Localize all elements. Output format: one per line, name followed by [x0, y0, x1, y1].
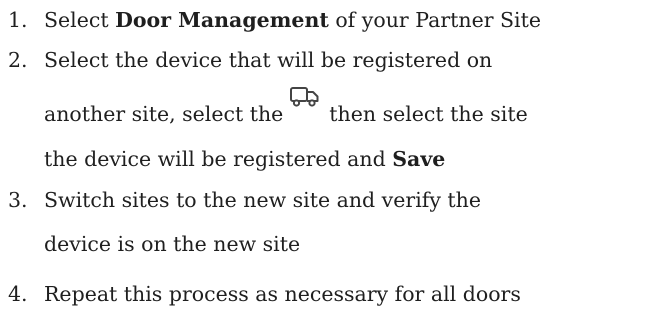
- step-text: Switch sites to the new site and verify …: [44, 188, 482, 212]
- truck-icon-graphic: [290, 87, 319, 107]
- instruction-steps: 1. Select Door Management of your Partne…: [0, 0, 661, 333]
- step-text: device is on the new site: [44, 232, 301, 256]
- truck-icon: [287, 87, 325, 121]
- step-3-line-1: Switch sites to the new site and verify …: [44, 188, 481, 212]
- step-2-line-3: the device will be registered and Save: [44, 147, 445, 171]
- step-3-line-2: device is on the new site: [44, 232, 300, 256]
- step-1-line: Select Door Management of your Partner S…: [44, 8, 541, 32]
- step-text: of your Partner Site: [328, 8, 541, 32]
- step-4-line-1: Repeat this process as necessary for all…: [44, 282, 521, 306]
- step-text: then select the site: [329, 102, 528, 126]
- step-text: Repeat this process as necessary for all…: [44, 282, 521, 306]
- step-number: 4.: [8, 282, 28, 306]
- step-2-line-1: Select the device that will be registere…: [44, 48, 492, 72]
- step-number: 3.: [8, 188, 28, 212]
- step-number: 2.: [8, 48, 28, 72]
- step-text: the device will be registered and: [44, 147, 393, 171]
- step-text: another site, select the: [44, 102, 284, 126]
- step-bold-text: Door Management: [115, 8, 329, 32]
- step-text: Select the device that will be registere…: [44, 48, 493, 72]
- step-text: Select: [44, 8, 116, 32]
- step-number: 1.: [8, 8, 28, 32]
- step-2-line-2: another site, select the then select the…: [44, 87, 528, 126]
- step-bold-text: Save: [392, 147, 446, 171]
